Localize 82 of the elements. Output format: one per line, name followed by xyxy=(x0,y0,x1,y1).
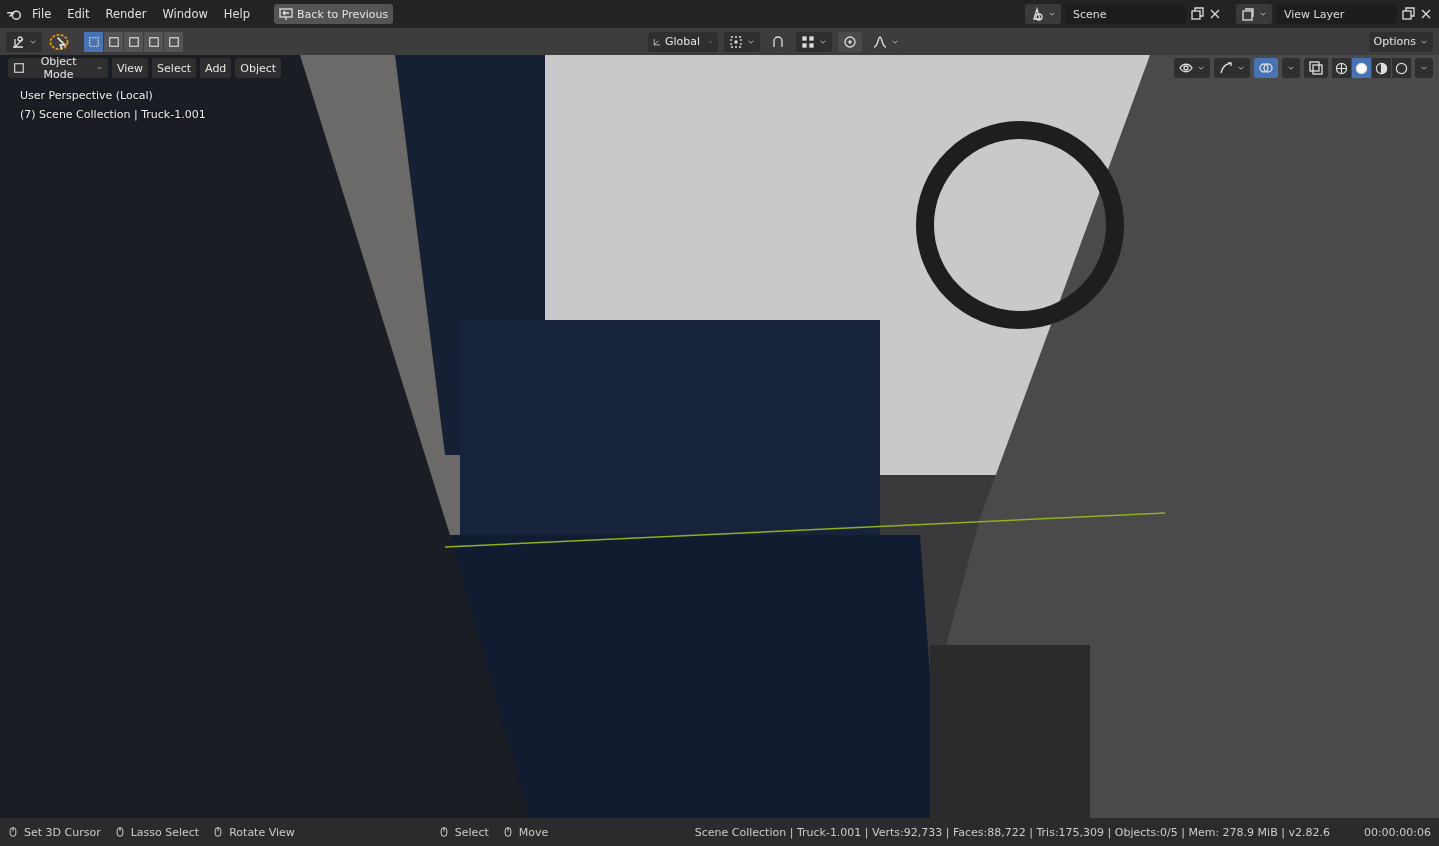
shading-sphere-icon xyxy=(1355,61,1368,75)
target-circle-icon xyxy=(842,34,857,49)
shading-sphere-icon xyxy=(1335,61,1348,75)
mode-dropdown[interactable]: Object Mode xyxy=(8,58,108,78)
gizmo-button[interactable] xyxy=(1214,58,1250,78)
selection-mode-icon xyxy=(107,35,120,48)
axes-icon xyxy=(11,34,25,49)
caret-icon xyxy=(1197,64,1205,72)
editor-type-button[interactable] xyxy=(6,31,42,52)
selection-mode-button[interactable] xyxy=(144,31,163,52)
viewport-menu-item[interactable]: Add xyxy=(200,58,232,78)
proportional-editing-toggle[interactable] xyxy=(837,31,862,52)
status-hint: Move xyxy=(518,825,549,839)
close-icon xyxy=(1419,7,1433,21)
grid-dots-icon xyxy=(800,34,815,49)
layers-icon xyxy=(1241,7,1255,21)
menu-item[interactable]: Render xyxy=(99,4,153,24)
back-to-previous-button[interactable]: Back to Previous xyxy=(274,4,394,24)
view-layer-field[interactable]: View Layer xyxy=(1276,4,1397,24)
menu-item[interactable]: Edit xyxy=(61,4,96,24)
scene-statistics: Scene Collection | Truck-1.001 | Verts:92,733 | Faces:88,722 | Tris:175,309 | Objects:0/5 | Mem: 278.9 MiB | v2.82.6 xyxy=(694,825,1330,839)
visibility-dropdown[interactable] xyxy=(1174,58,1210,78)
selection-mode-button[interactable] xyxy=(164,31,183,52)
selection-mode-button[interactable] xyxy=(104,31,123,52)
xray-icon xyxy=(1309,61,1323,75)
gizmo-arrow-icon xyxy=(1219,61,1233,75)
selection-mode-icon xyxy=(167,35,180,48)
scene-field[interactable]: Scene xyxy=(1065,4,1186,24)
shading-mode-button[interactable] xyxy=(1352,58,1371,78)
viewport-menu-item[interactable]: View xyxy=(112,58,149,78)
shading-mode-button[interactable] xyxy=(1372,58,1391,78)
pivot-icon xyxy=(728,34,743,49)
caret-icon xyxy=(1259,10,1267,18)
selection-mode-icon xyxy=(147,35,160,48)
status-hint: Lasso Select xyxy=(130,825,200,839)
xray-toggle[interactable] xyxy=(1304,58,1328,78)
caret-icon xyxy=(1420,64,1428,72)
viewport-menu-item[interactable]: Object xyxy=(235,58,282,78)
cube-icon xyxy=(13,61,25,75)
mouse-icon xyxy=(213,825,224,839)
overlay-circles-icon xyxy=(1259,61,1273,75)
selection-mode-button[interactable] xyxy=(124,31,143,52)
snap-target-dropdown[interactable] xyxy=(795,31,832,52)
mouse-icon xyxy=(114,825,125,839)
eye-icon xyxy=(1179,61,1193,75)
selection-mode-icon xyxy=(87,35,100,48)
magnet-icon xyxy=(770,34,785,49)
menu-item[interactable]: Window xyxy=(156,4,214,24)
mouse-icon xyxy=(438,825,449,839)
pivot-point-dropdown[interactable] xyxy=(723,31,760,52)
copy-icon xyxy=(1190,7,1204,21)
shading-mode-button[interactable] xyxy=(1392,58,1411,78)
caret-icon xyxy=(1048,10,1056,18)
selection-mode-icon xyxy=(127,35,140,48)
copy-icon xyxy=(1401,7,1415,21)
viewport-info-text: (7) Scene Collection | Truck-1.001 xyxy=(20,108,206,121)
falloff-curve-icon xyxy=(872,34,887,49)
shading-sphere-icon xyxy=(1395,61,1408,75)
status-hint: Rotate View xyxy=(229,825,295,839)
overlays-toggle[interactable] xyxy=(1254,58,1278,78)
scene-selector[interactable] xyxy=(1025,4,1061,24)
scene-icon xyxy=(1030,7,1044,21)
options-dropdown[interactable]: Options xyxy=(1368,31,1433,52)
shading-mode-button[interactable] xyxy=(1332,58,1351,78)
status-hint: Select xyxy=(454,825,489,839)
menu-item[interactable]: File xyxy=(26,4,58,24)
caret-icon xyxy=(1287,64,1295,72)
shading-sphere-icon xyxy=(1375,61,1388,75)
select-cursor-icon xyxy=(48,31,70,52)
mouse-icon xyxy=(8,825,18,839)
close-icon xyxy=(1208,7,1222,21)
timecode: 00:00:00:06 xyxy=(1363,825,1431,839)
view-layer-selector[interactable] xyxy=(1236,4,1272,24)
selection-mode-button[interactable] xyxy=(84,31,103,52)
transform-orientation-dropdown[interactable]: Global xyxy=(647,31,718,52)
caret-icon xyxy=(96,64,103,72)
viewport-info-text: User Perspective (Local) xyxy=(20,89,154,102)
mouse-icon xyxy=(502,825,513,839)
menu-item[interactable]: Help xyxy=(217,4,257,24)
status-hint: Set 3D Cursor xyxy=(24,825,101,839)
caret-icon xyxy=(1237,64,1245,72)
viewport-menu-item[interactable]: Select xyxy=(152,58,197,78)
